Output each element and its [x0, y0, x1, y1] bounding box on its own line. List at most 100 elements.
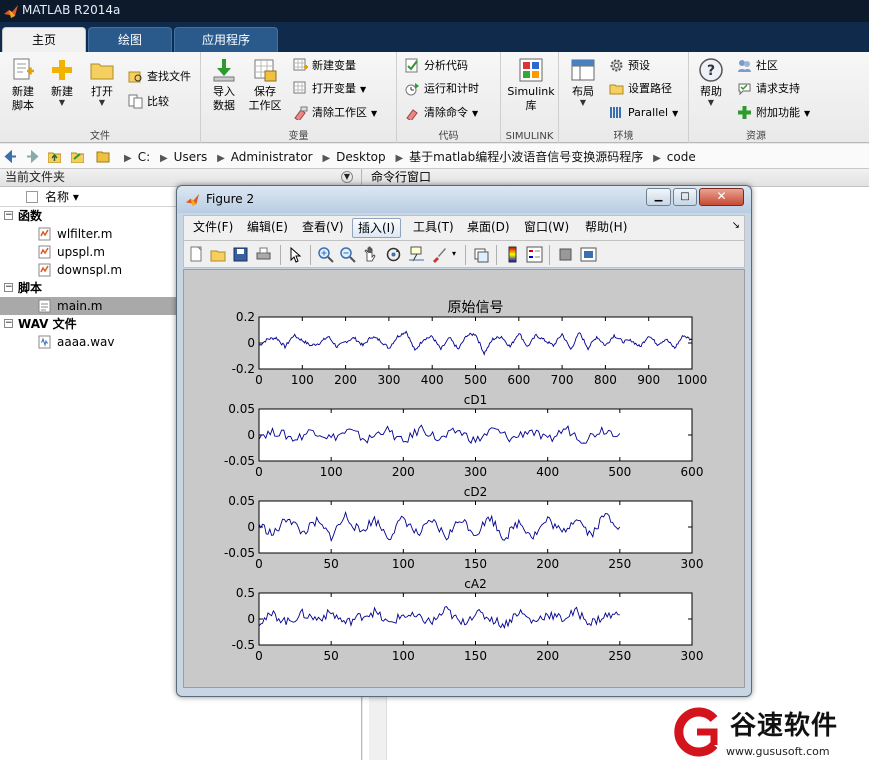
breadcrumb-users[interactable]: Users	[174, 150, 208, 164]
compare-label: 比较	[147, 95, 169, 108]
menu-desktop[interactable]: 桌面(D)	[462, 218, 515, 238]
menu-insert[interactable]: 插入(I)	[352, 218, 401, 238]
clear-workspace-dropdown-icon[interactable]: ▼	[371, 109, 377, 118]
menu-tools[interactable]: 工具(T)	[408, 218, 459, 238]
run-and-time-button[interactable]: 运行和计时	[405, 79, 479, 99]
clear-commands-dropdown-icon[interactable]: ▼	[472, 109, 478, 118]
breadcrumb-drive[interactable]: C:	[138, 150, 150, 164]
command-window-title: 命令行窗口	[371, 170, 432, 184]
brush-icon[interactable]	[431, 246, 448, 263]
pointer-icon[interactable]	[287, 246, 304, 263]
collapse-icon[interactable]: −	[4, 319, 13, 328]
breadcrumb: ▶ C: ▶ Users ▶ Administrator ▶ Desktop ▶ 基于ma…	[124, 150, 696, 164]
new-dropdown-icon[interactable]: ▼	[42, 99, 82, 107]
x-tick-label: 300	[464, 465, 487, 479]
menu-help[interactable]: 帮助(H)	[580, 218, 632, 238]
code-section: 分析代码 运行和计时 清除命令 ▼ 代码	[397, 52, 501, 143]
figure-canvas[interactable]: 原始信号 0 100 200 300 400 500 600 700 800 900 1000 0.2 0…	[183, 269, 745, 688]
forward-arrow-icon[interactable]	[26, 150, 39, 163]
menu-file[interactable]: 文件(F)	[188, 218, 238, 238]
rotate-icon[interactable]	[385, 246, 402, 263]
import-data-button[interactable]: 导入 数据	[204, 57, 244, 123]
help-dropdown-icon[interactable]: ▼	[691, 99, 731, 107]
open-variable-dropdown-icon[interactable]: ▼	[360, 85, 366, 94]
preferences-button[interactable]: 预设	[609, 56, 650, 76]
x-tick-label: 700	[551, 373, 574, 387]
x-tick-label: 250	[608, 649, 631, 663]
colorbar-icon[interactable]	[504, 246, 521, 263]
menu-window[interactable]: 窗口(W)	[519, 218, 574, 238]
new-figure-icon[interactable]	[188, 246, 205, 263]
close-button[interactable]: ✕	[699, 188, 744, 206]
collapse-icon[interactable]: −	[4, 283, 13, 292]
browse-folder-icon[interactable]	[71, 150, 84, 163]
breadcrumb-administrator[interactable]: Administrator	[231, 150, 313, 164]
ribbon-tab-bar: 主页 绘图 应用程序	[0, 22, 869, 52]
open-file-icon[interactable]	[210, 246, 227, 263]
pan-icon[interactable]	[362, 246, 379, 263]
maximize-button[interactable]: □	[673, 188, 697, 206]
y-tick-label: -0.05	[224, 546, 255, 560]
simulink-library-button[interactable]: Simulink 库	[507, 57, 555, 123]
layout-button[interactable]: 布局 ▼	[563, 57, 603, 123]
tab-apps[interactable]: 应用程序	[174, 27, 278, 52]
group-scripts-label: 脚本	[18, 281, 43, 295]
open-variable-button[interactable]: 打开变量 ▼	[293, 79, 366, 99]
add-ons-button[interactable]: 附加功能 ▼	[737, 103, 810, 123]
menu-undock-icon[interactable]: ↘	[732, 220, 740, 231]
community-button[interactable]: 社区	[737, 56, 778, 76]
open-button[interactable]: 打开 ▼	[82, 57, 122, 123]
compare-button[interactable]: 比较	[128, 92, 169, 112]
breadcrumb-code[interactable]: code	[667, 150, 696, 164]
breadcrumb-desktop[interactable]: Desktop	[336, 150, 386, 164]
find-files-icon	[128, 71, 142, 82]
up-folder-icon[interactable]	[48, 150, 61, 163]
analyze-code-button[interactable]: 分析代码	[405, 56, 468, 76]
minimize-button[interactable]: ▁	[646, 188, 671, 206]
clear-commands-button[interactable]: 清除命令 ▼	[405, 103, 478, 123]
panel-actions-icon[interactable]: ▼	[341, 171, 353, 183]
layout-dropdown-icon[interactable]: ▼	[563, 99, 603, 107]
data-cursor-icon[interactable]	[408, 246, 425, 263]
clear-workspace-button[interactable]: 清除工作区 ▼	[293, 103, 377, 123]
variable-section: 导入 数据 保存 工作区 新建变量 打开变量 ▼ 清除工作区 ▼ 变量	[201, 52, 397, 143]
legend-icon[interactable]	[526, 246, 543, 263]
save-workspace-button[interactable]: 保存 工作区	[245, 57, 285, 123]
set-path-button[interactable]: 设置路径	[609, 79, 672, 99]
menu-edit[interactable]: 编辑(E)	[242, 218, 293, 238]
x-tick-label: 800	[594, 373, 617, 387]
help-button[interactable]: ? 帮助 ▼	[691, 57, 731, 123]
request-support-button[interactable]: 请求支持	[737, 79, 800, 99]
add-ons-dropdown-icon[interactable]: ▼	[804, 109, 810, 118]
figure-title-bar[interactable]: Figure 2 ▁ □ ✕	[177, 186, 751, 213]
link-plot-icon[interactable]	[473, 246, 490, 263]
hide-plot-tools-icon[interactable]	[557, 246, 574, 263]
parallel-button[interactable]: Parallel ▼	[609, 103, 678, 123]
save-icon[interactable]	[232, 246, 249, 263]
find-files-button[interactable]: 查找文件	[128, 67, 191, 87]
new-button[interactable]: 新建 ▼	[42, 57, 82, 123]
new-script-label: 新建 脚本	[12, 85, 34, 112]
tab-home[interactable]: 主页	[2, 27, 86, 52]
breadcrumb-project-folder[interactable]: 基于matlab编程小波语音信号变换源码程序	[409, 150, 643, 164]
show-plot-tools-icon[interactable]	[580, 246, 597, 263]
print-icon[interactable]	[255, 246, 272, 263]
file-name: wlfilter.m	[57, 227, 113, 241]
community-label: 社区	[756, 59, 778, 72]
tab-plots[interactable]: 绘图	[88, 27, 172, 52]
parallel-dropdown-icon[interactable]: ▼	[672, 109, 678, 118]
zoom-out-icon[interactable]	[339, 246, 356, 263]
analyze-code-icon	[405, 58, 418, 72]
figure-menu-bar: 文件(F) 编辑(E) 查看(V) 插入(I) 工具(T) 桌面(D) 窗口(W…	[183, 215, 745, 240]
new-script-button[interactable]: 新建 脚本	[3, 57, 43, 123]
collapse-icon[interactable]: −	[4, 211, 13, 220]
menu-view[interactable]: 查看(V)	[297, 218, 349, 238]
subplots-area[interactable]: 原始信号0 100 200 300 400 500 600 700 800 900 10000.20…	[184, 270, 746, 689]
environment-section: 布局 ▼ 预设 设置路径 Parallel ▼ 环境	[559, 52, 689, 143]
new-variable-button[interactable]: 新建变量	[293, 56, 356, 76]
open-dropdown-icon[interactable]: ▼	[82, 99, 122, 107]
select-all-checkbox[interactable]	[26, 191, 38, 203]
back-arrow-icon[interactable]	[4, 150, 17, 163]
zoom-in-icon[interactable]	[317, 246, 334, 263]
brush-dropdown-icon[interactable]: ▾	[452, 249, 456, 258]
